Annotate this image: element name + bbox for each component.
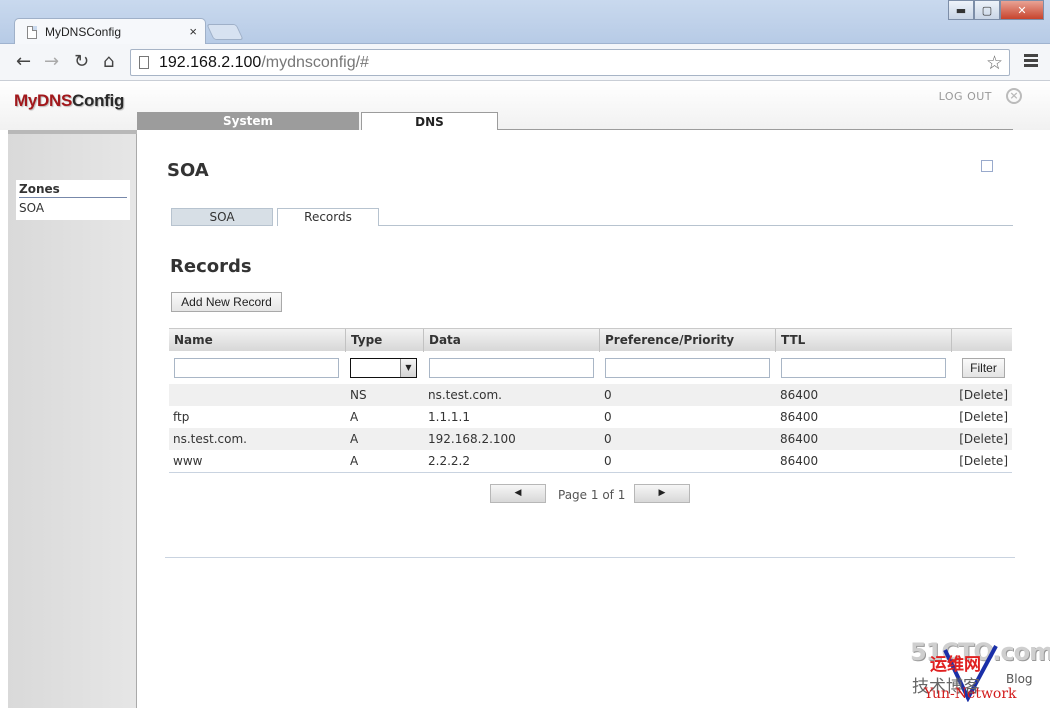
delete-link[interactable]: [Delete] xyxy=(955,450,1008,472)
maximize-button[interactable]: ▢ xyxy=(974,0,1000,20)
browser-toolbar: ← → ↻ ⌂ 192.168.2.100/mydnsconfig/# ☆ xyxy=(0,44,1050,81)
browser-tab[interactable]: MyDNSConfig × xyxy=(14,18,206,45)
cell-name: www xyxy=(173,454,203,468)
cell-type: NS xyxy=(350,388,367,402)
sidebar: Zones SOA xyxy=(8,130,137,708)
col-ttl[interactable]: TTL xyxy=(776,329,952,352)
help-checkbox[interactable] xyxy=(981,160,993,172)
cell-preference: 0 xyxy=(604,454,612,468)
url-host: 192.168.2.100 xyxy=(159,53,262,71)
window-controls: ▬ ▢ ✕ xyxy=(948,0,1044,20)
chevron-down-icon: ▼ xyxy=(400,359,416,377)
logout-link[interactable]: LOG OUT xyxy=(939,90,992,103)
subtabs-divider xyxy=(379,225,1013,226)
cell-data: ns.test.com. xyxy=(428,388,502,402)
filter-type-select[interactable]: ▼ xyxy=(350,358,417,378)
back-arrow-icon[interactable]: ← xyxy=(16,52,31,72)
delete-link[interactable]: [Delete] xyxy=(955,384,1008,406)
records-table: Name Type Data Preference/Priority TTL ▼… xyxy=(169,328,1012,473)
cell-preference: 0 xyxy=(604,432,612,446)
document-icon xyxy=(139,56,149,69)
page-icon xyxy=(27,25,37,39)
page-indicator: Page 1 of 1 xyxy=(558,488,626,502)
new-tab-button[interactable] xyxy=(206,24,244,40)
subtab-soa[interactable]: SOA xyxy=(171,208,273,226)
cell-name: ns.test.com. xyxy=(173,432,247,446)
address-bar[interactable]: 192.168.2.100/mydnsconfig/# ☆ xyxy=(130,49,1010,76)
table-row: NS ns.test.com. 0 86400 [Delete] xyxy=(169,384,1012,406)
filter-data-input[interactable] xyxy=(429,358,594,378)
main-tabs: System DNS xyxy=(137,112,1013,130)
sidebar-heading-zones: Zones xyxy=(19,182,127,198)
filter-ttl-input[interactable] xyxy=(781,358,946,378)
col-name[interactable]: Name xyxy=(169,329,346,352)
col-actions xyxy=(952,329,1012,352)
col-preference[interactable]: Preference/Priority xyxy=(600,329,776,352)
filter-button[interactable]: Filter xyxy=(962,358,1005,378)
cell-preference: 0 xyxy=(604,410,612,424)
delete-link[interactable]: [Delete] xyxy=(955,428,1008,450)
cell-ttl: 86400 xyxy=(780,454,819,468)
watermark-logo: 51CTO.com 运维网 技术博客 Blog Yun-Network xyxy=(910,638,1050,702)
col-type[interactable]: Type xyxy=(346,329,424,352)
filter-preference-input[interactable] xyxy=(605,358,770,378)
cell-data: 1.1.1.1 xyxy=(428,410,470,424)
table-row: ftp A 1.1.1.1 0 86400 [Delete] xyxy=(169,406,1012,428)
cell-preference: 0 xyxy=(604,388,612,402)
cell-ttl: 86400 xyxy=(780,432,819,446)
add-new-record-button[interactable]: Add New Record xyxy=(171,292,282,312)
cell-data: 2.2.2.2 xyxy=(428,454,470,468)
browser-title-bar: MyDNSConfig × ▬ ▢ ✕ xyxy=(0,0,1050,45)
home-icon[interactable]: ⌂ xyxy=(103,52,114,72)
logout-icon[interactable]: × xyxy=(1006,88,1022,104)
url-path: /mydnsconfig/# xyxy=(261,53,369,71)
sidebar-item-soa[interactable]: SOA xyxy=(19,198,127,215)
next-page-button[interactable]: ▶ xyxy=(634,484,690,503)
cell-name: ftp xyxy=(173,410,190,424)
prev-page-button[interactable]: ◀ xyxy=(490,484,546,503)
filter-name-input[interactable] xyxy=(174,358,339,378)
delete-link[interactable]: [Delete] xyxy=(955,406,1008,428)
cell-type: A xyxy=(350,410,359,424)
tab-dns[interactable]: DNS xyxy=(361,112,498,130)
browser-menu-icon[interactable] xyxy=(1024,54,1038,69)
table-header: Name Type Data Preference/Priority TTL xyxy=(169,328,1012,352)
reload-icon[interactable]: ↻ xyxy=(74,52,89,72)
page-title: SOA xyxy=(167,160,209,181)
filter-row: ▼ Filter xyxy=(169,351,1012,384)
logo: MyDNSConfig xyxy=(14,91,125,110)
bookmark-star-icon[interactable]: ☆ xyxy=(986,52,1003,75)
cell-type: A xyxy=(350,432,359,446)
tab-system[interactable]: System xyxy=(137,112,359,130)
minimize-button[interactable]: ▬ xyxy=(948,0,974,20)
subtab-records[interactable]: Records xyxy=(277,208,379,226)
window-close-button[interactable]: ✕ xyxy=(1000,0,1044,20)
col-data[interactable]: Data xyxy=(424,329,600,352)
content-divider xyxy=(165,557,1015,558)
cell-ttl: 86400 xyxy=(780,410,819,424)
app: MyDNSConfig LOG OUT × System DNS Zones S… xyxy=(0,82,1050,708)
app-header: MyDNSConfig LOG OUT × System DNS xyxy=(0,82,1050,130)
main-content: SOA SOA Records Records Add New Record N… xyxy=(137,130,1050,708)
table-row: www A 2.2.2.2 0 86400 [Delete] xyxy=(169,450,1012,472)
cell-data: 192.168.2.100 xyxy=(428,432,516,446)
browser-tab-title: MyDNSConfig xyxy=(45,25,122,39)
cell-ttl: 86400 xyxy=(780,388,819,402)
zones-box: Zones SOA xyxy=(16,180,130,220)
table-row: ns.test.com. A 192.168.2.100 0 86400 [De… xyxy=(169,428,1012,450)
forward-arrow-icon[interactable]: → xyxy=(44,52,59,72)
section-title: Records xyxy=(170,256,252,277)
close-tab-icon[interactable]: × xyxy=(189,24,197,39)
pagination: ◀ Page 1 of 1 ▶ xyxy=(490,484,690,514)
cell-type: A xyxy=(350,454,359,468)
